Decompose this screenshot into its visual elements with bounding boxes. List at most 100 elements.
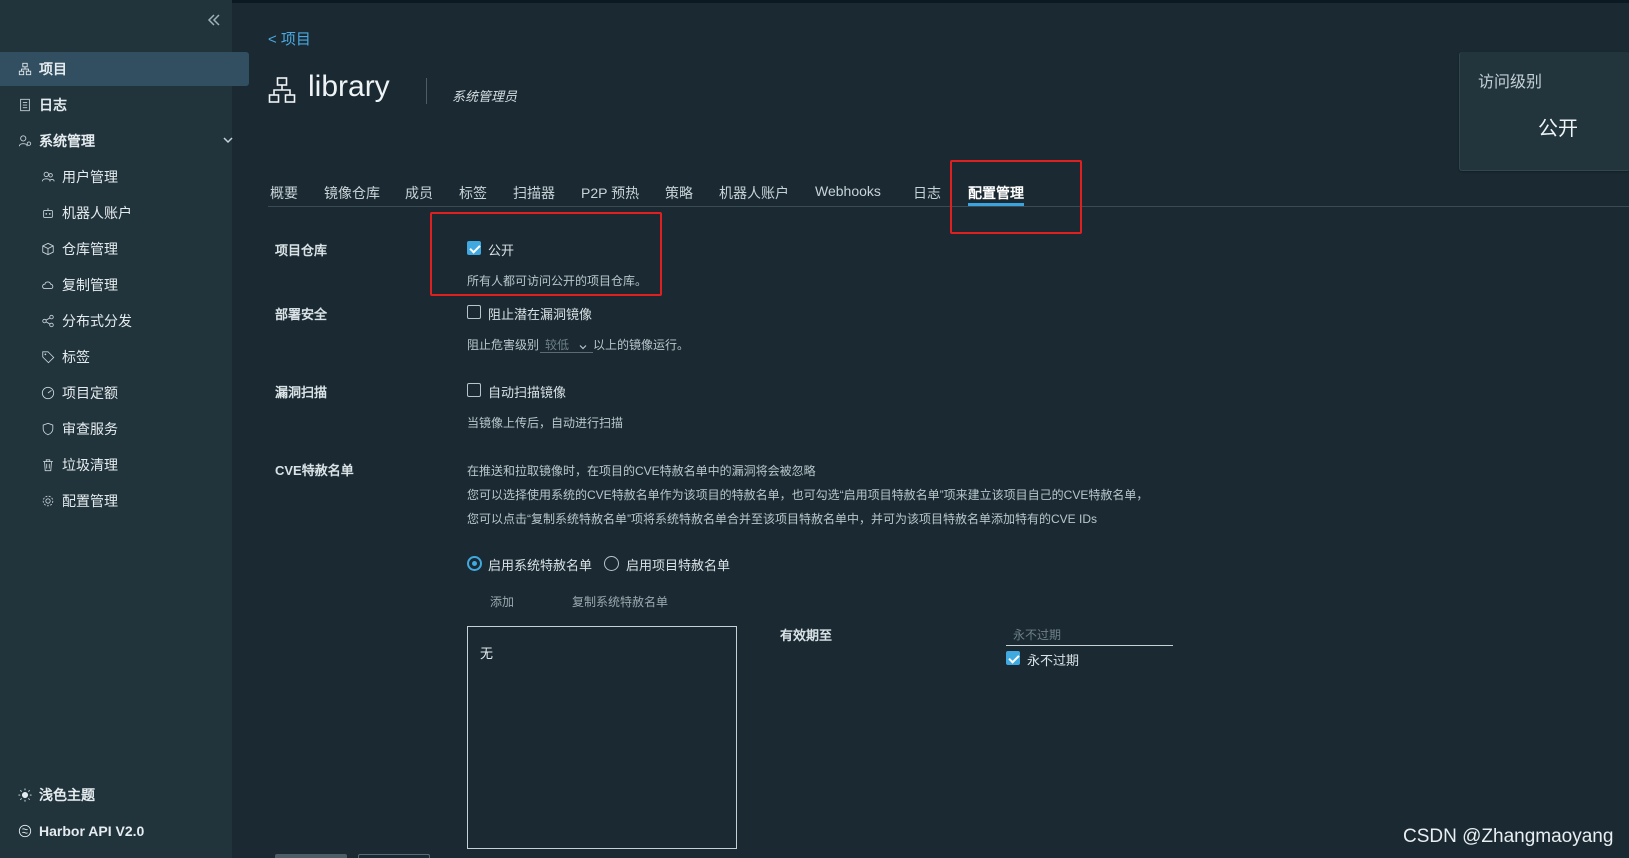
- back-to-projects-link[interactable]: < 项目: [268, 28, 311, 49]
- sidebar-item-label: 日志: [39, 97, 67, 113]
- tab-policy[interactable]: 策略: [665, 183, 693, 203]
- sidebar-item-interrogation[interactable]: 审查服务: [0, 412, 272, 446]
- sidebar-item-label: 仓库管理: [62, 241, 118, 257]
- sidebar-item-gc[interactable]: 垃圾清理: [0, 448, 272, 482]
- tab-webhooks[interactable]: Webhooks: [815, 183, 881, 199]
- sidebar-item-labels[interactable]: 标签: [0, 340, 272, 374]
- access-level-label: 访问级别: [1478, 74, 1543, 91]
- role-label: 系统管理员: [452, 89, 518, 104]
- sidebar-item-configuration[interactable]: 配置管理: [0, 484, 272, 518]
- tab-robot-accounts[interactable]: 机器人账户: [719, 183, 789, 203]
- admin-icon: [17, 133, 33, 149]
- public-checkbox[interactable]: [467, 241, 481, 255]
- replication-icon: [40, 277, 56, 293]
- severity-select[interactable]: 较低: [545, 336, 569, 353]
- page-title: library: [308, 70, 390, 103]
- access-level-card: 访问级别 公开: [1459, 52, 1629, 171]
- public-help-text: 所有人都可访问公开的项目仓库。: [467, 274, 648, 288]
- access-level-value: 公开: [1538, 118, 1578, 140]
- tabs-divider: [268, 206, 1629, 207]
- top-border: [0, 0, 1629, 3]
- sidebar-item-label: 复制管理: [62, 277, 118, 293]
- tab-scanner[interactable]: 扫描器: [513, 183, 555, 203]
- sidebar-item-users[interactable]: 用户管理: [0, 160, 272, 194]
- cve-desc-3: 您可以点击“复制系统特赦名单”项将系统特赦名单合并至该项目特赦名单中，并可为该项…: [467, 512, 1098, 526]
- severity-select-underline: [540, 352, 593, 353]
- title-divider: [426, 78, 427, 104]
- trash-icon: [40, 457, 56, 473]
- tab-repositories[interactable]: 镜像仓库: [324, 183, 380, 203]
- public-checkbox-label: 公开: [488, 243, 515, 258]
- add-cve-button[interactable]: 添加: [490, 593, 514, 610]
- cve-desc-1: 在推送和拉取镜像时，在项目的CVE特赦名单中的漏洞将会被忽略: [467, 464, 816, 478]
- gear-icon: [40, 493, 56, 509]
- registry-icon: [40, 241, 56, 257]
- tab-logs[interactable]: 日志: [913, 183, 941, 203]
- expiry-label: 有效期至: [780, 628, 833, 643]
- severity-help-before: 阻止危害级别: [467, 338, 540, 352]
- never-expire-label: 永不过期: [1027, 653, 1080, 668]
- tab-p2p-preheat[interactable]: P2P 预热: [581, 183, 639, 203]
- expiry-input-underline: [1006, 645, 1173, 646]
- deploy-row-label: 部署安全: [275, 307, 328, 322]
- sidebar-item-quotas[interactable]: 项目定额: [0, 376, 272, 410]
- collapse-sidebar-icon[interactable]: [206, 12, 224, 30]
- sidebar: 项目 日志 系统管理 用户管理 机器人账户 仓库管理 复制管理 分布式分发 标签…: [0, 0, 249, 858]
- expiry-input[interactable]: 永不过期: [1013, 626, 1061, 643]
- sidebar-item-replications[interactable]: 复制管理: [0, 268, 272, 302]
- chevron-down-icon: [578, 339, 588, 350]
- project-icon: [17, 61, 33, 77]
- log-icon: [17, 97, 33, 113]
- tab-labels[interactable]: 标签: [459, 183, 487, 203]
- sidebar-item-label: 审查服务: [62, 421, 118, 437]
- project-allowlist-label: 启用项目特赦名单: [626, 558, 731, 573]
- cve-row-label: CVE特赦名单: [275, 463, 354, 478]
- highlight-box-tab: [950, 160, 1082, 234]
- sidebar-item-admin[interactable]: 系统管理: [0, 124, 249, 158]
- sun-icon: [17, 787, 33, 803]
- sidebar-item-label: 机器人账户: [62, 205, 132, 221]
- chevron-down-icon[interactable]: [221, 133, 235, 147]
- sidebar-theme-toggle[interactable]: 浅色主题: [0, 778, 249, 812]
- sidebar-item-robots[interactable]: 机器人账户: [0, 196, 272, 230]
- copy-system-allowlist-button[interactable]: 复制系统特赦名单: [572, 593, 668, 610]
- project-icon: [268, 76, 296, 104]
- sidebar-item-registries[interactable]: 仓库管理: [0, 232, 272, 266]
- scan-row-label: 漏洞扫描: [275, 385, 328, 400]
- sidebar-item-logs[interactable]: 日志: [0, 88, 249, 122]
- tab-members[interactable]: 成员: [405, 183, 433, 203]
- auto-scan-label: 自动扫描镜像: [488, 385, 567, 400]
- sidebar-item-label: 系统管理: [39, 133, 95, 149]
- tag-icon: [40, 349, 56, 365]
- sidebar-item-label: 用户管理: [62, 169, 118, 185]
- api-icon: [17, 823, 33, 839]
- system-allowlist-radio[interactable]: [467, 556, 482, 571]
- sidebar-item-label: 配置管理: [62, 493, 118, 509]
- sidebar-item-distributions[interactable]: 分布式分发: [0, 304, 272, 338]
- sidebar-footer-label: Harbor API V2.0: [39, 823, 145, 839]
- shield-icon: [40, 421, 56, 437]
- sidebar-item-label: 项目定额: [62, 385, 118, 401]
- cancel-button[interactable]: [358, 854, 430, 858]
- sidebar-item-label: 垃圾清理: [62, 457, 118, 473]
- severity-help-after: 以上的镜像运行。: [593, 338, 690, 352]
- sidebar-item-label: 标签: [62, 349, 90, 365]
- never-expire-checkbox[interactable]: [1006, 651, 1020, 665]
- cve-list-empty: 无: [480, 646, 494, 661]
- auto-scan-help: 当镜像上传后，自动进行扫描: [467, 416, 624, 430]
- sidebar-item-label: 分布式分发: [62, 313, 132, 329]
- sidebar-item-projects[interactable]: 项目: [0, 52, 249, 86]
- prevent-vulnerable-checkbox[interactable]: [467, 305, 481, 319]
- repo-row-label: 项目仓库: [275, 243, 328, 258]
- project-allowlist-radio[interactable]: [604, 556, 619, 571]
- prevent-vulnerable-label: 阻止潜在漏洞镜像: [488, 307, 593, 322]
- cve-desc-2: 您可以选择使用系统的CVE特赦名单作为该项目的特赦名单，也可勾选“启用项目特赦名…: [467, 488, 1149, 502]
- save-button[interactable]: [275, 854, 347, 858]
- users-icon: [40, 169, 56, 185]
- watermark: CSDN @Zhangmaoyang: [1403, 826, 1614, 847]
- system-allowlist-label: 启用系统特赦名单: [488, 558, 593, 573]
- auto-scan-checkbox[interactable]: [467, 383, 481, 397]
- sidebar-api-link[interactable]: Harbor API V2.0: [0, 814, 249, 848]
- tab-summary[interactable]: 概要: [270, 183, 298, 203]
- quota-icon: [40, 385, 56, 401]
